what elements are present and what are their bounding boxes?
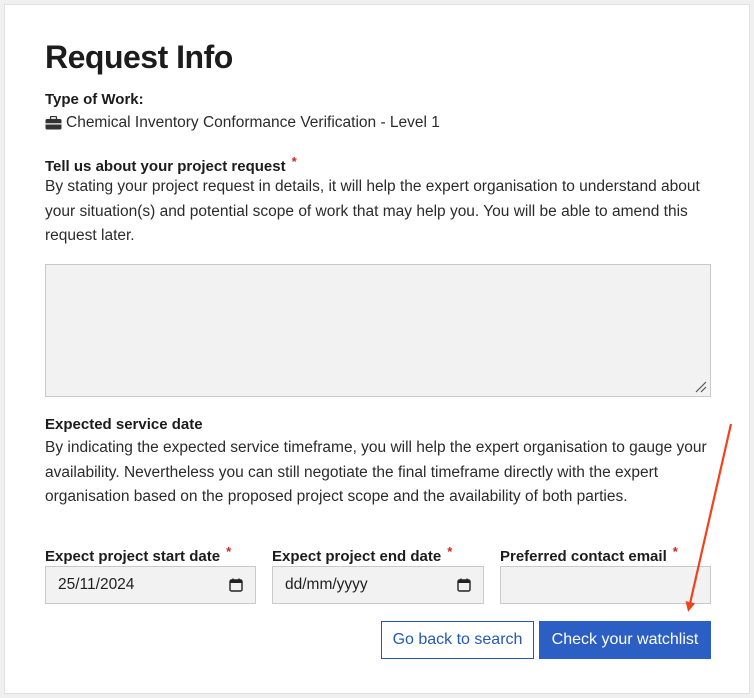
start-date-input[interactable]: 25/11/2024 (45, 566, 256, 604)
start-date-label-text: Expect project start date (45, 548, 221, 565)
resize-handle-icon[interactable] (695, 381, 707, 393)
check-watchlist-button[interactable]: Check your watchlist (539, 621, 711, 659)
required-mark: * (226, 544, 232, 559)
email-label-text: Preferred contact email (500, 548, 667, 565)
start-date-label: Expect project start date * (45, 544, 231, 565)
request-info-card: Request Info Type of Work: Chemical Inve… (4, 4, 750, 694)
project-request-label: Tell us about your project request * (45, 154, 297, 175)
project-request-description: By stating your project request in detai… (45, 178, 700, 244)
go-back-to-search-button[interactable]: Go back to search (381, 621, 534, 659)
end-date-label-text: Expect project end date (272, 548, 442, 565)
required-mark: * (291, 154, 297, 169)
expected-service-date-label: Expected service date (45, 416, 203, 433)
end-date-input[interactable]: dd/mm/yyyy (272, 566, 484, 604)
start-date-value: 25/11/2024 (58, 576, 135, 593)
required-mark: * (447, 544, 453, 559)
briefcase-icon (45, 116, 62, 130)
required-mark: * (672, 544, 678, 559)
type-of-work-value: Chemical Inventory Conformance Verificat… (45, 114, 440, 132)
type-of-work-label: Type of Work: (45, 91, 144, 108)
project-request-textarea[interactable] (45, 264, 711, 397)
page-title: Request Info (45, 39, 233, 75)
email-label: Preferred contact email * (500, 544, 678, 565)
contact-email-input[interactable] (500, 566, 711, 604)
calendar-icon[interactable] (457, 578, 471, 592)
end-date-value: dd/mm/yyyy (285, 576, 368, 593)
end-date-label: Expect project end date * (272, 544, 452, 565)
expected-service-description: By indicating the expected service timef… (45, 439, 707, 505)
project-request-label-text: Tell us about your project request (45, 158, 286, 175)
calendar-icon[interactable] (229, 578, 243, 592)
type-of-work-text: Chemical Inventory Conformance Verificat… (66, 114, 440, 131)
